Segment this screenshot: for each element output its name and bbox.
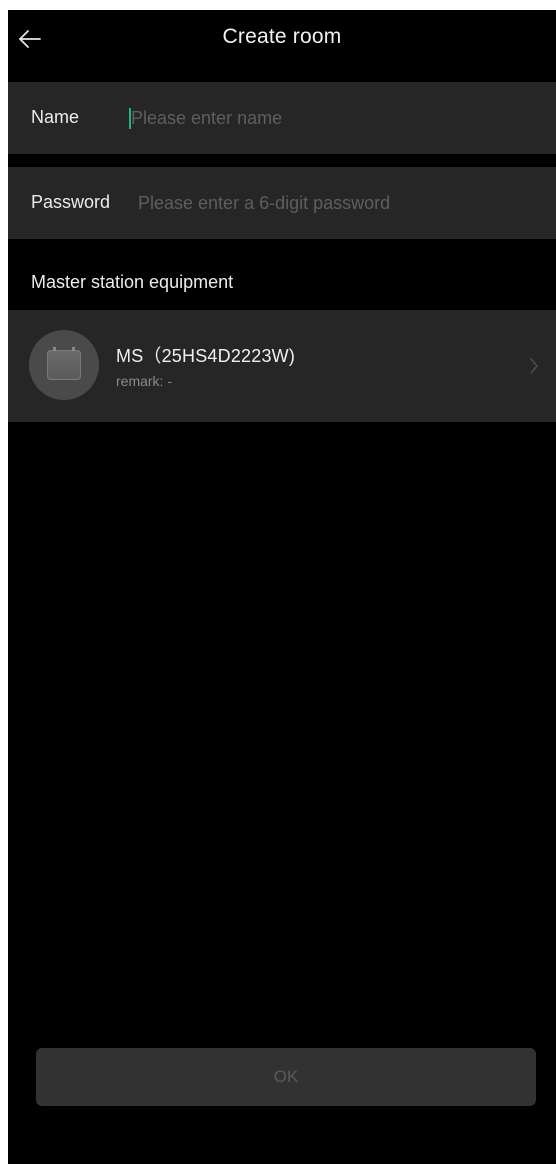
ok-button[interactable]: OK xyxy=(36,1048,536,1106)
top-bar: Create room xyxy=(8,10,556,70)
master-station-device-icon xyxy=(47,347,81,380)
password-input[interactable] xyxy=(138,185,538,221)
page-title: Create room xyxy=(222,25,342,48)
master-station-device-item[interactable]: MS（25HS4D2223W) remark: - xyxy=(8,310,556,422)
chevron-right-icon xyxy=(530,358,538,374)
password-field-row: Password xyxy=(8,167,556,239)
device-avatar xyxy=(29,330,99,400)
device-name: MS（25HS4D2223W) xyxy=(116,346,296,366)
master-station-section-title: Master station equipment xyxy=(31,272,234,292)
create-room-screen: Create room Name Password Master station… xyxy=(8,10,556,1164)
name-field-row: Name xyxy=(8,82,556,154)
password-label: Password xyxy=(31,192,111,212)
device-remark: remark: - xyxy=(116,373,172,389)
name-label: Name xyxy=(31,107,80,127)
name-input[interactable] xyxy=(131,100,531,136)
